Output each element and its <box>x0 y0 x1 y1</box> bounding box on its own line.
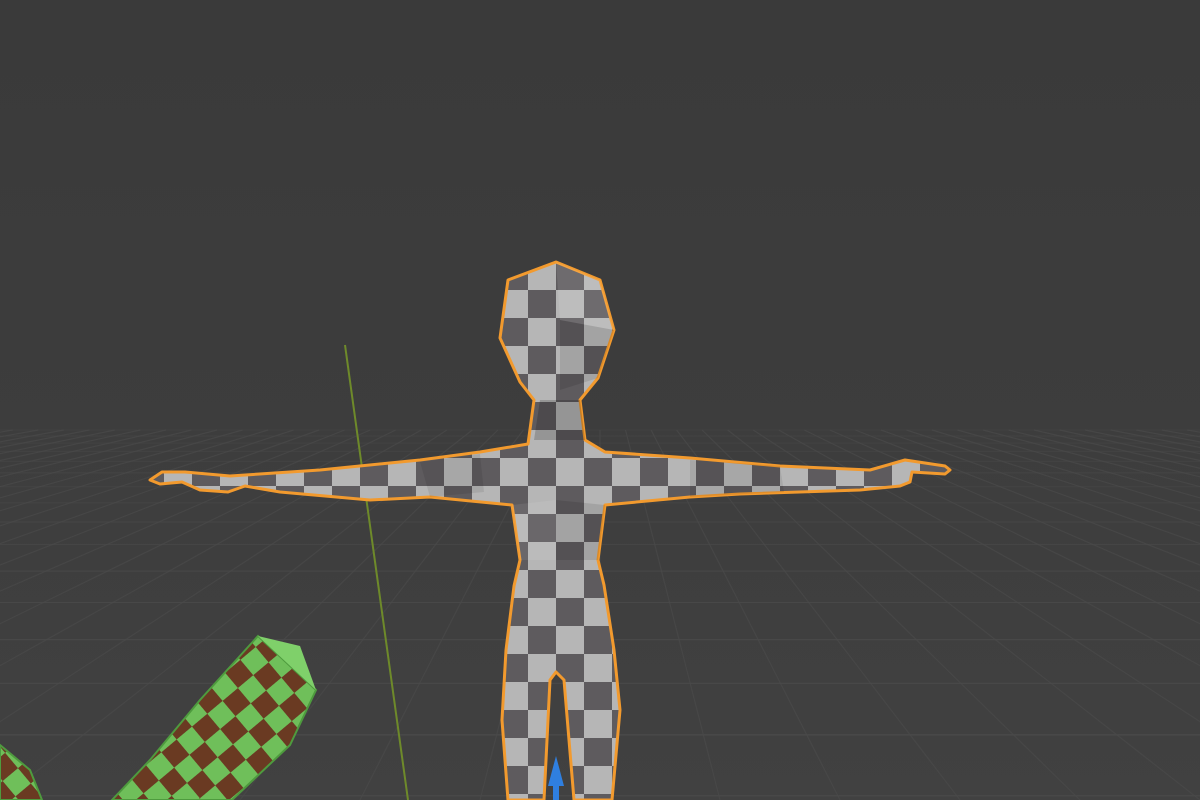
viewport-canvas[interactable] <box>0 0 1200 800</box>
3d-viewport[interactable] <box>0 0 1200 800</box>
origin-arrow-stem <box>553 784 559 800</box>
